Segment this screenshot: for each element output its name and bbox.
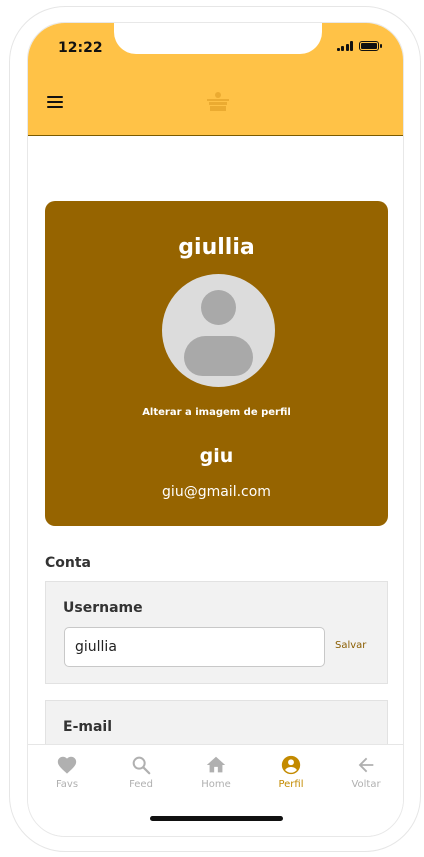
email-label: E-mail xyxy=(63,719,113,735)
profile-nickname: giu xyxy=(199,445,234,467)
nav-label-favs: Favs xyxy=(55,779,79,790)
app-screen: 12:22 giullia Alterar a imagem de perfil… xyxy=(27,22,404,837)
heart-icon xyxy=(57,756,77,774)
bottom-navigation: Favs Feed Home Perfil Voltar xyxy=(28,744,403,836)
battery-icon xyxy=(359,41,382,51)
app-header: 12:22 xyxy=(28,23,403,136)
arrow-back-icon xyxy=(358,757,374,773)
profile-content: giullia Alterar a imagem de perfil giu g… xyxy=(28,137,403,744)
menu-icon[interactable] xyxy=(47,96,63,108)
username-input[interactable] xyxy=(64,627,325,667)
nav-label-voltar: Voltar xyxy=(351,779,381,790)
status-icons xyxy=(336,41,382,51)
save-username-button[interactable]: Salvar xyxy=(335,640,366,651)
account-circle-icon xyxy=(281,755,301,775)
device-notch xyxy=(114,23,322,54)
account-section-title: Conta xyxy=(45,555,91,571)
profile-name: giullia xyxy=(178,235,255,260)
avatar-placeholder-icon xyxy=(201,290,236,325)
avatar[interactable] xyxy=(162,274,275,387)
nav-item-voltar[interactable]: Voltar xyxy=(336,754,396,790)
nav-item-perfil[interactable]: Perfil xyxy=(261,754,321,790)
email-field-group: E-mail xyxy=(45,700,388,744)
profile-card: giullia Alterar a imagem de perfil giu g… xyxy=(45,201,388,526)
username-field-group: Username Salvar xyxy=(45,581,388,684)
app-logo xyxy=(207,92,229,111)
nav-label-perfil: Perfil xyxy=(278,779,304,790)
username-label: Username xyxy=(63,600,143,616)
nav-item-favs[interactable]: Favs xyxy=(37,754,97,790)
search-icon xyxy=(132,756,151,775)
nav-item-home[interactable]: Home xyxy=(186,754,246,790)
nav-item-feed[interactable]: Feed xyxy=(111,754,171,790)
profile-email: giu@gmail.com xyxy=(162,484,271,500)
status-time: 12:22 xyxy=(58,40,103,56)
home-icon xyxy=(206,756,226,773)
home-indicator[interactable] xyxy=(150,816,283,821)
signal-icon xyxy=(336,41,353,51)
nav-label-feed: Feed xyxy=(129,779,153,790)
change-photo-link[interactable]: Alterar a imagem de perfil xyxy=(45,407,388,418)
nav-label-home: Home xyxy=(201,779,231,790)
